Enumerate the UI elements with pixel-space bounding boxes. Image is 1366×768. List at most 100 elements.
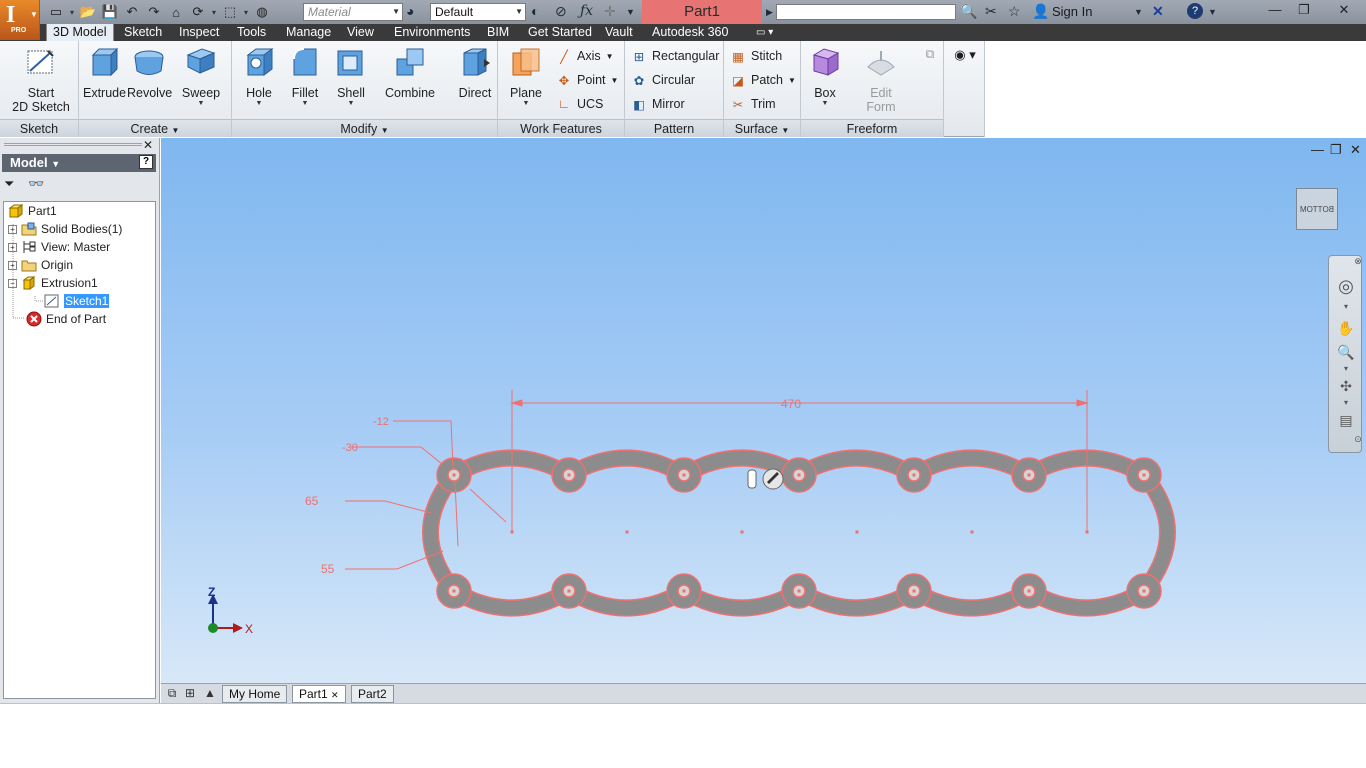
dimension-65-label[interactable]: 65 bbox=[305, 494, 319, 508]
box-button[interactable]: Box ▼ bbox=[805, 45, 845, 107]
trim-button[interactable]: ✂ Trim bbox=[730, 94, 776, 114]
exchange-apps-icon[interactable]: ✕ bbox=[1152, 3, 1164, 20]
doc-tab-part1[interactable]: Part1 ✕ bbox=[292, 685, 346, 703]
dimension-55-label[interactable]: 55 bbox=[321, 562, 335, 576]
add-icon[interactable]: ✛ bbox=[604, 3, 616, 20]
sweep-button[interactable]: Sweep ▼ bbox=[179, 45, 223, 107]
help-icon[interactable]: ? bbox=[139, 155, 153, 169]
tab-inspect[interactable]: Inspect bbox=[179, 24, 219, 41]
close-icon[interactable]: ✕ bbox=[1330, 2, 1358, 18]
expand-icon[interactable]: + bbox=[8, 260, 17, 270]
extrude-button[interactable]: Extrude bbox=[83, 45, 126, 100]
graphics-viewport[interactable]: — ❐ ✕ BOTTOM ⊗ ◎ ▾ ✋ 🔍 ▾ ✣ ▾ ▤ ⊙ 470 -12… bbox=[161, 138, 1366, 683]
tree-node-view-master[interactable]: + View: Master bbox=[8, 238, 110, 256]
mirror-button[interactable]: ◧ Mirror bbox=[631, 94, 685, 114]
convert-icon[interactable]: ⧉ bbox=[920, 47, 940, 62]
new-icon[interactable]: ▭ bbox=[46, 3, 66, 21]
revolve-button[interactable]: Revolve bbox=[127, 45, 172, 100]
material-dropdown[interactable]: Material ▼ bbox=[303, 3, 403, 21]
sign-in-link[interactable]: Sign In bbox=[1052, 4, 1092, 19]
ribbon-display-toggle-icon[interactable]: ▭ ▾ bbox=[756, 24, 773, 41]
subscription-icon[interactable]: ✂ bbox=[985, 3, 997, 20]
tree-node-end-of-part[interactable]: End of Part bbox=[26, 310, 106, 328]
tab-bim[interactable]: BIM bbox=[487, 24, 509, 41]
tree-node-extrusion1[interactable]: − Extrusion1 bbox=[8, 274, 98, 292]
search-icon[interactable]: 🔍 bbox=[960, 3, 977, 20]
collapse-icon[interactable]: − bbox=[8, 278, 17, 288]
tab-environments[interactable]: Environments bbox=[394, 24, 470, 41]
find-binoculars-icon[interactable]: 👓 bbox=[28, 176, 44, 196]
tree-node-part1[interactable]: Part1 bbox=[8, 202, 57, 220]
browser-header[interactable]: Model ▼ ? bbox=[2, 154, 156, 172]
tab-autodesk-360[interactable]: Autodesk 360 bbox=[652, 24, 728, 41]
appearance-dropdown[interactable]: Default ▼ bbox=[430, 3, 526, 21]
tab-view[interactable]: View bbox=[347, 24, 374, 41]
chevron-down-icon[interactable]: ▾ bbox=[242, 8, 250, 17]
expand-icon[interactable]: + bbox=[8, 224, 17, 234]
plane-button[interactable]: Plane ▼ bbox=[504, 45, 548, 107]
application-menu-button[interactable]: I PRO ▼ bbox=[0, 0, 40, 40]
close-icon[interactable]: ✕ bbox=[143, 138, 153, 152]
point-button[interactable]: ✥ Point ▼ bbox=[556, 70, 619, 90]
start-2d-sketch-button[interactable]: Start 2D Sketch bbox=[8, 45, 74, 114]
doc-tab-part2[interactable]: Part2 bbox=[351, 685, 394, 703]
undo-icon[interactable]: ↶ bbox=[122, 3, 142, 21]
tree-node-solid-bodies[interactable]: + Solid Bodies(1) bbox=[8, 220, 122, 238]
help-search-input[interactable] bbox=[776, 4, 956, 20]
combine-button[interactable]: Combine bbox=[382, 45, 438, 100]
adjust-appearance-icon[interactable]: ◐ bbox=[531, 3, 539, 19]
tab-3d-model[interactable]: 3D Model bbox=[46, 24, 114, 41]
dimension-470-label[interactable]: 470 bbox=[781, 397, 801, 411]
parameters-icon[interactable]: ƒx bbox=[580, 3, 593, 19]
edit-form-button[interactable]: Edit Form bbox=[859, 45, 903, 114]
tab-vault[interactable]: Vault bbox=[605, 24, 633, 41]
fillet-button[interactable]: Fillet ▼ bbox=[284, 45, 326, 107]
chevron-down-icon[interactable]: ▾ bbox=[68, 8, 76, 17]
favorites-star-icon[interactable]: ☆ bbox=[1008, 3, 1021, 20]
tab-get-started[interactable]: Get Started bbox=[528, 24, 592, 41]
restore-icon[interactable]: ❐ bbox=[1290, 2, 1318, 18]
expand-icon[interactable]: + bbox=[8, 242, 17, 252]
dimension-12-label[interactable]: -12 bbox=[373, 416, 389, 428]
stitch-button[interactable]: ▦ Stitch bbox=[730, 46, 782, 66]
close-icon[interactable]: ✕ bbox=[331, 690, 339, 700]
tree-node-origin[interactable]: + Origin bbox=[8, 256, 73, 274]
cascade-windows-icon[interactable]: ⧉ bbox=[163, 686, 181, 702]
help-icon[interactable]: ? bbox=[1187, 3, 1203, 19]
tile-windows-icon[interactable]: ⊞ bbox=[181, 686, 199, 702]
surface-panel-label[interactable]: Surface ▼ bbox=[724, 119, 800, 137]
chevron-down-icon[interactable]: ▼ bbox=[1134, 7, 1143, 17]
home-icon[interactable]: ⌂ bbox=[166, 3, 186, 21]
axis-button[interactable]: ╱ Axis ▼ bbox=[556, 46, 613, 66]
redo-icon[interactable]: ↷ bbox=[144, 3, 164, 21]
ribbon-options-icon[interactable]: ◉ ▾ bbox=[948, 47, 982, 63]
direct-edit-button[interactable]: Direct bbox=[454, 45, 496, 100]
filter-icon[interactable]: ⏷ bbox=[4, 176, 14, 196]
adjust-icon[interactable]: ◍ bbox=[252, 3, 272, 21]
dimension-30-label[interactable]: -30 bbox=[342, 442, 358, 454]
select-icon[interactable]: ⬚ bbox=[220, 3, 240, 21]
shell-button[interactable]: Shell ▼ bbox=[330, 45, 372, 107]
tree-node-sketch1[interactable]: Sketch1 bbox=[44, 292, 110, 310]
update-icon[interactable]: ⟳ bbox=[188, 3, 208, 21]
hole-button[interactable]: Hole ▼ bbox=[238, 45, 280, 107]
minimize-icon[interactable]: — bbox=[1261, 2, 1289, 17]
chevron-right-icon[interactable]: ▶ bbox=[766, 7, 773, 18]
browser-grip[interactable] bbox=[4, 143, 142, 146]
circular-pattern-button[interactable]: ✿ Circular bbox=[631, 70, 695, 90]
open-folder-icon[interactable]: 📂 bbox=[78, 3, 98, 21]
chevron-up-icon[interactable]: ▲ bbox=[201, 686, 219, 702]
chevron-down-icon[interactable]: ▼ bbox=[626, 7, 635, 17]
rectangular-pattern-button[interactable]: ⊞ Rectangular bbox=[631, 46, 720, 66]
chevron-down-icon[interactable]: ▾ bbox=[210, 8, 218, 17]
save-icon[interactable]: 💾 bbox=[100, 3, 120, 21]
tab-sketch[interactable]: Sketch bbox=[124, 24, 162, 41]
patch-button[interactable]: ◪ Patch ▼ bbox=[730, 70, 796, 90]
create-panel-label[interactable]: Create ▼ bbox=[79, 119, 231, 137]
modify-panel-label[interactable]: Modify ▼ bbox=[232, 119, 497, 137]
tab-tools[interactable]: Tools bbox=[237, 24, 266, 41]
ucs-button[interactable]: ∟ UCS bbox=[556, 94, 604, 114]
tab-manage[interactable]: Manage bbox=[286, 24, 331, 41]
chevron-down-icon[interactable]: ▼ bbox=[1208, 7, 1217, 17]
doc-tab-my-home[interactable]: My Home bbox=[222, 685, 288, 703]
